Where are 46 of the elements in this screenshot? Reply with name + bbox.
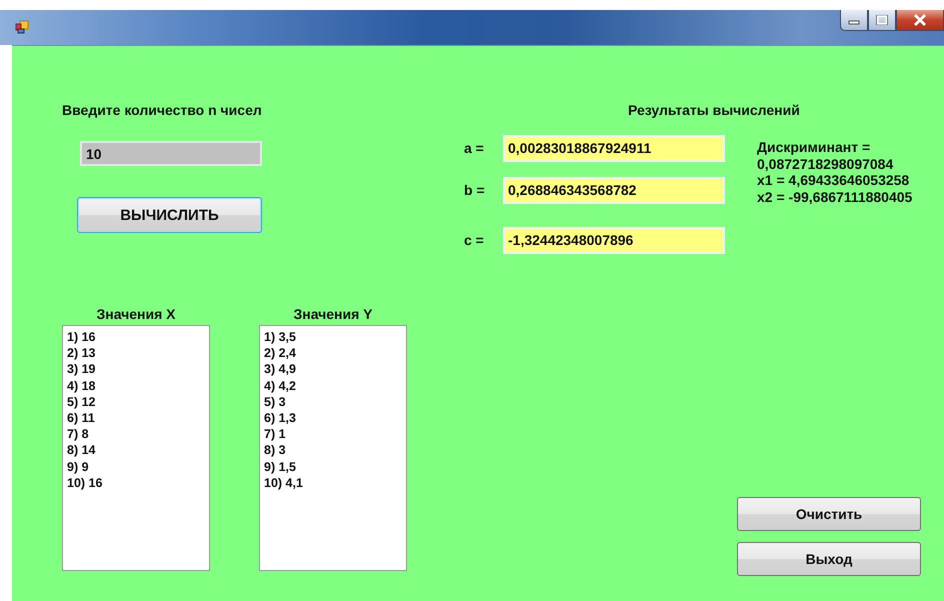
list-item[interactable]: 7) 1 (264, 426, 286, 442)
list-item[interactable]: 7) 8 (67, 426, 89, 442)
result-text: x2 = -99,6867111880405 (757, 188, 912, 205)
result-text: Дискриминант = (757, 139, 872, 156)
close-button[interactable] (896, 10, 944, 31)
list-item[interactable]: 6) 1,3 (264, 410, 296, 426)
list-item[interactable]: 5) 3 (264, 394, 286, 410)
list-item[interactable]: 9) 9 (67, 458, 89, 475)
result-text: 0,0872718298097084 (757, 156, 894, 172)
list-item[interactable]: 8) 14 (67, 442, 96, 459)
coefficient-field[interactable]: 0,268846343568782 (503, 176, 725, 204)
list-item[interactable]: 9) 1,5 (264, 458, 296, 475)
list-box[interactable]: 1) 16 2) 13 3) 19 4) 18 5) 12 6) 11 7) 8 8) 14 9) 9 10) 16 (62, 325, 210, 571)
minimize-button[interactable] (840, 10, 868, 31)
list-item[interactable]: 1) 3,5 (264, 329, 296, 346)
close-icon (913, 14, 927, 26)
compute-button[interactable]: ВЫЧИСЛИТЬ (77, 197, 262, 233)
count-field[interactable]: 10 (80, 141, 262, 166)
coefficient-field[interactable]: 0,00283018867924911 (503, 134, 725, 162)
list-item[interactable]: 10) 16 (67, 474, 102, 492)
list-box[interactable]: 1) 3,5 2) 2,4 3) 4,9 4) 4,2 5) 3 6) 1,3 7) 1 8) 3 9) 1,5 10) 4,1 (259, 325, 407, 571)
list-item[interactable]: 6) 11 (67, 410, 95, 426)
maximize-button[interactable] (868, 10, 896, 31)
list-title: Значения X (96, 306, 176, 322)
list-title: Значения Y (293, 306, 373, 322)
results-title: Результаты вычислений (628, 102, 801, 118)
list-item[interactable]: 1) 16 (67, 329, 96, 346)
list-item[interactable]: 4) 18 (67, 378, 96, 394)
list-item[interactable]: 8) 3 (264, 442, 286, 459)
coefficient-field[interactable]: -1,32442348007896 (503, 226, 725, 254)
list-item[interactable]: 3) 4,9 (264, 361, 296, 378)
action-button[interactable]: Выход (737, 542, 921, 576)
count-label: Введите количество n чисел (62, 102, 262, 118)
list-item[interactable]: 5) 12 (67, 394, 96, 410)
app-icon (15, 20, 29, 34)
coefficient-label: c = (463, 232, 485, 248)
coefficient-label: b = (463, 182, 486, 198)
list-item[interactable]: 2) 2,4 (264, 345, 296, 362)
list-item[interactable]: 2) 13 (67, 345, 96, 362)
list-item[interactable]: 4) 4,2 (264, 378, 296, 394)
result-text: x1 = 4,69433646053258 (757, 172, 910, 188)
list-item[interactable]: 10) 4,1 (264, 474, 303, 492)
list-item[interactable]: 3) 19 (67, 361, 96, 378)
maximize-icon (876, 15, 888, 25)
coefficient-label: a = (463, 140, 485, 156)
action-button[interactable]: Очистить (737, 497, 921, 531)
